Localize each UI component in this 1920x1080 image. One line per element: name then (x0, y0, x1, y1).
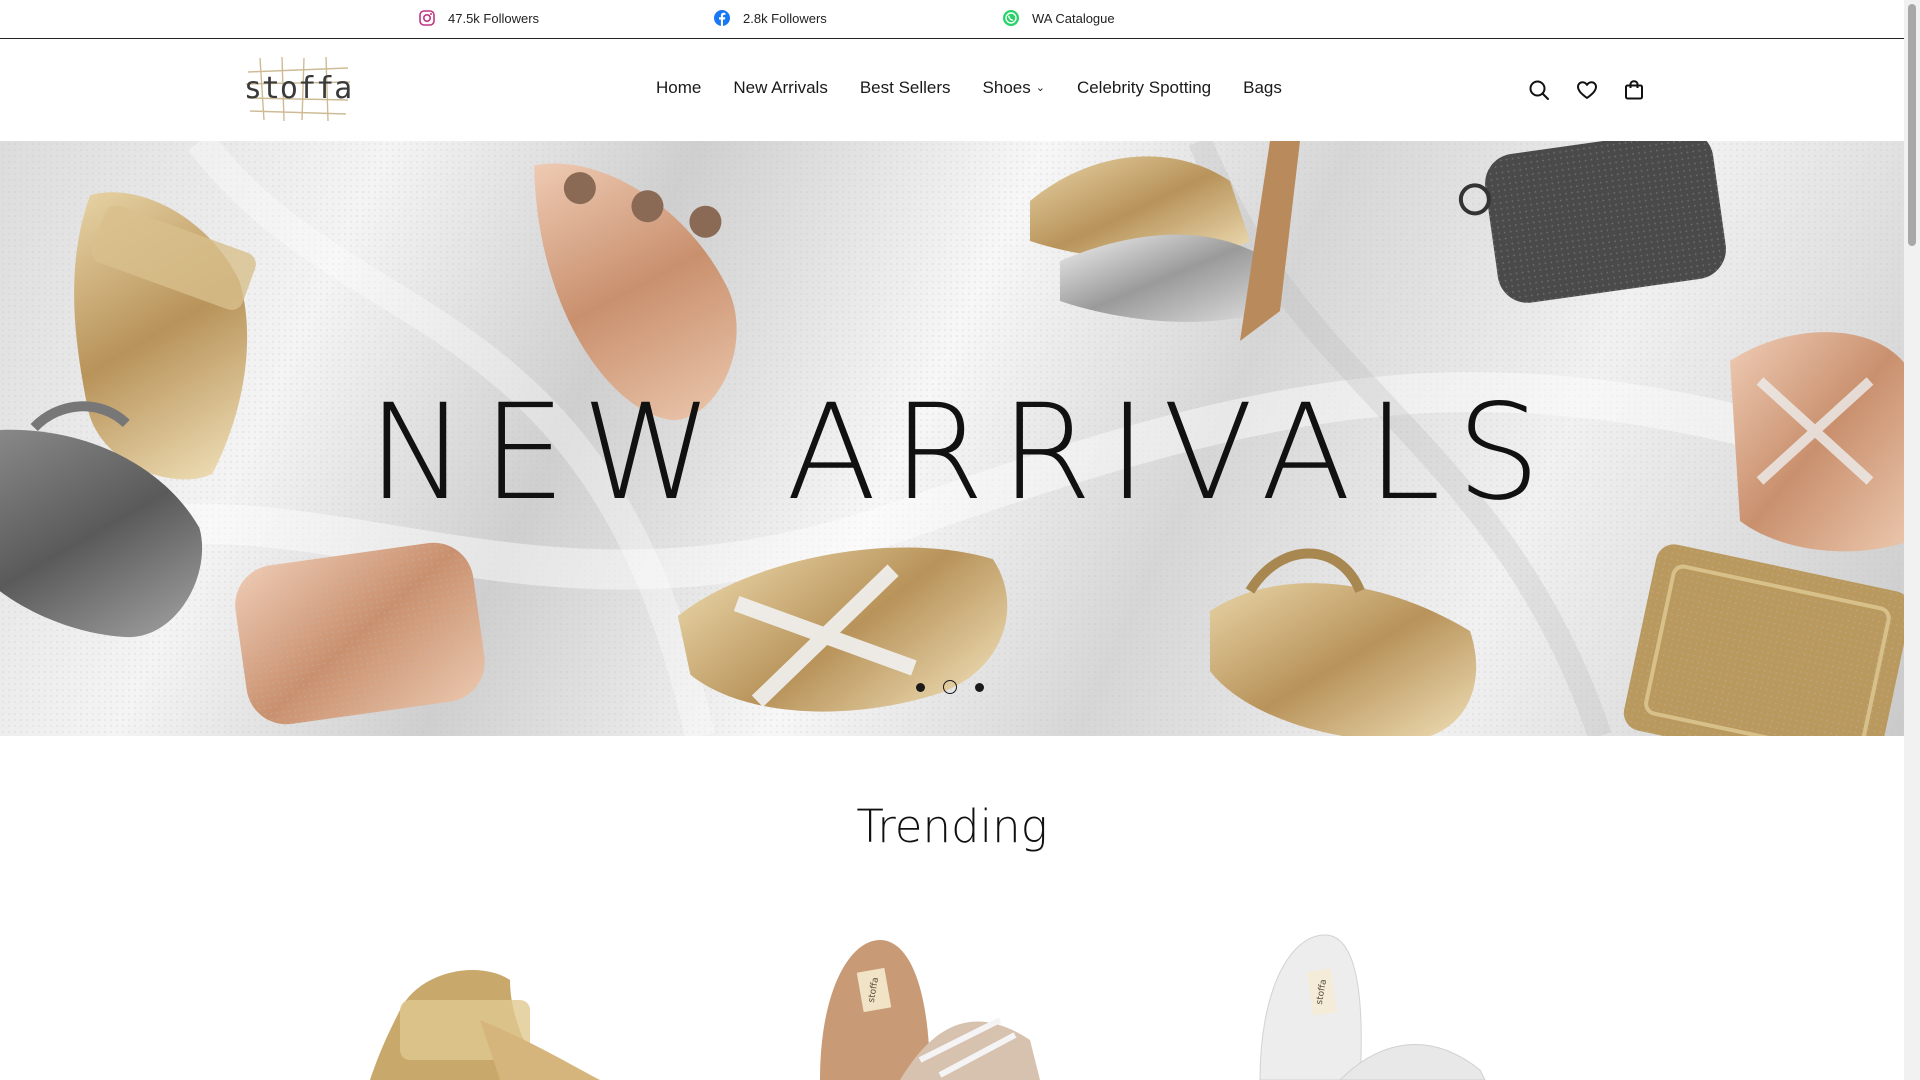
nav-shoes[interactable]: Shoes ⌄ (983, 78, 1045, 98)
carousel-dot-1[interactable] (916, 682, 925, 692)
main-nav: Home New Arrivals Best Sellers Shoes ⌄ Ce… (656, 78, 1282, 98)
site-header: stoffa Home New Arrivals Best Sellers Sh… (0, 40, 1904, 141)
product-card-3[interactable]: stoffa (1240, 930, 1540, 1080)
carousel-dots (916, 680, 984, 694)
hero-title: NEW ARRIVALS (367, 376, 1557, 530)
nav-shoes-label: Shoes (982, 78, 1031, 97)
rose-beaded-bag (235, 542, 485, 725)
hero-banner[interactable]: NEW ARRIVALS (0, 141, 1904, 736)
instagram-followers: 47.5k Followers (448, 10, 540, 26)
nav-best-sellers[interactable]: Best Sellers (860, 78, 951, 98)
whatsapp-icon (1003, 10, 1019, 26)
facebook-followers: 2.8k Followers (743, 10, 827, 26)
search-icon[interactable] (1527, 78, 1551, 102)
nav-new-arrivals[interactable]: New Arrivals (733, 78, 827, 98)
product-card-2[interactable]: stoffa (800, 930, 1100, 1080)
nav-celebrity-spotting[interactable]: Celebrity Spotting (1077, 78, 1211, 98)
instagram-link[interactable]: 47.5k Followers (418, 9, 539, 27)
bag-icon[interactable] (1622, 78, 1646, 102)
carousel-dot-2[interactable] (943, 680, 957, 694)
chevron-down-icon: ⌄ (1035, 82, 1045, 94)
facebook-icon (714, 10, 730, 26)
page-scrollbar[interactable] (1904, 0, 1920, 1080)
page: 47.5k Followers 2.8k Followers WA Catalo… (0, 0, 1904, 1080)
nav-home[interactable]: Home (656, 78, 701, 98)
logo-mark: stoffa (244, 56, 352, 122)
scrollbar-thumb[interactable] (1908, 4, 1916, 246)
product-card-1[interactable] (360, 930, 660, 1080)
product-image-2: stoffa (820, 940, 1040, 1080)
stoffa-logo[interactable]: stoffa (242, 54, 354, 124)
product-image-1 (370, 970, 600, 1080)
logo-text: stoffa (244, 71, 352, 106)
carousel-dot-3[interactable] (975, 682, 984, 692)
trending-heading: Trending (856, 800, 1048, 853)
whatsapp-catalogue: WA Catalogue (1032, 10, 1115, 26)
heart-icon[interactable] (1575, 78, 1599, 102)
whatsapp-link[interactable]: WA Catalogue (1002, 9, 1115, 27)
product-image-3: stoffa (1259, 934, 1486, 1080)
social-strip: 47.5k Followers 2.8k Followers WA Catalo… (0, 0, 1904, 39)
nav-bags[interactable]: Bags (1243, 78, 1282, 98)
facebook-link[interactable]: 2.8k Followers (713, 9, 827, 27)
instagram-icon (419, 10, 435, 26)
